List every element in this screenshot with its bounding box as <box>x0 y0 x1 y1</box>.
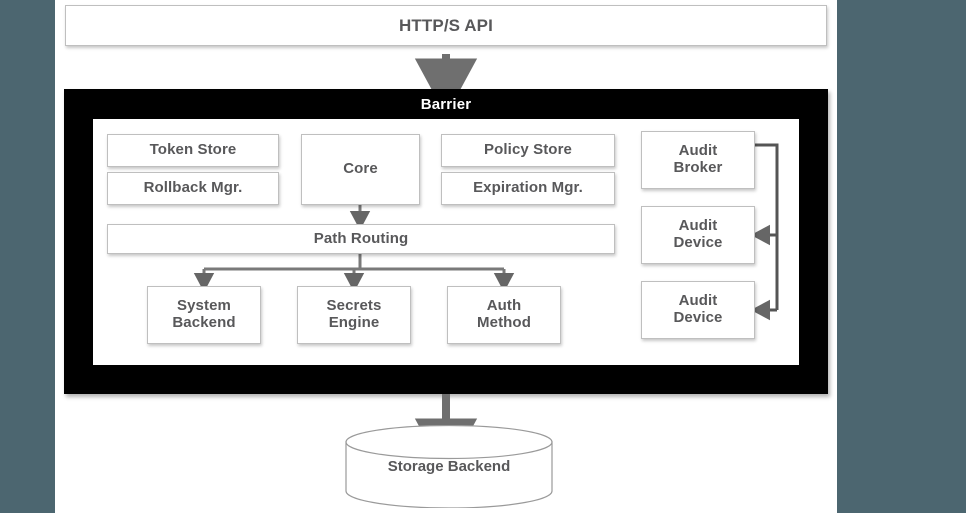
secrets-engine-line2: Engine <box>328 314 380 331</box>
node-auth-method[interactable]: Auth Method <box>447 286 561 344</box>
audit-broker-line1: Audit <box>678 142 718 160</box>
auth-method-label: Auth Method <box>477 297 531 332</box>
rollback-manager-label: Rollback Mgr. <box>143 179 243 197</box>
node-storage-backend[interactable]: Storage Backend <box>345 425 553 508</box>
audit-device-1-line1: Audit <box>678 217 718 235</box>
node-system-backend[interactable]: System Backend <box>147 286 261 344</box>
auth-method-line2: Method <box>477 314 531 331</box>
node-audit-device-2[interactable]: Audit Device <box>641 281 755 339</box>
path-routing-label: Path Routing <box>313 229 409 247</box>
slide-canvas: HTTP/S API Barrier Token Store Rollback … <box>55 0 837 513</box>
policy-store-label: Policy Store <box>484 141 572 159</box>
audit-device-2-label: Audit Device <box>673 292 723 327</box>
barrier-container: Barrier Token Store Rollback Mgr. Core P… <box>64 89 828 394</box>
node-expiration-manager[interactable]: Expiration Mgr. <box>441 172 615 205</box>
auth-method-line1: Auth <box>486 297 522 315</box>
secrets-engine-label: Secrets Engine <box>326 297 382 332</box>
barrier-title: Barrier <box>420 96 472 113</box>
diagram-stage: HTTP/S API Barrier Token Store Rollback … <box>0 0 966 513</box>
token-store-label: Token Store <box>149 141 237 159</box>
node-audit-device-1[interactable]: Audit Device <box>641 206 755 264</box>
barrier-inner-panel: Token Store Rollback Mgr. Core Policy St… <box>93 119 799 365</box>
node-token-store[interactable]: Token Store <box>107 134 279 167</box>
node-policy-store[interactable]: Policy Store <box>441 134 615 167</box>
core-label: Core <box>343 160 378 178</box>
system-backend-label: System Backend <box>172 297 236 332</box>
system-backend-line1: System <box>177 297 231 315</box>
audit-device-2-line2: Device <box>673 309 723 326</box>
system-backend-line2: Backend <box>172 314 236 331</box>
expiration-manager-label: Expiration Mgr. <box>473 179 583 197</box>
node-core[interactable]: Core <box>301 134 420 205</box>
node-path-routing[interactable]: Path Routing <box>107 224 615 254</box>
http-api-node[interactable]: HTTP/S API <box>65 5 827 46</box>
audit-broker-label: Audit Broker <box>673 142 723 177</box>
node-rollback-manager[interactable]: Rollback Mgr. <box>107 172 279 205</box>
audit-device-2-line1: Audit <box>678 292 718 310</box>
audit-device-1-label: Audit Device <box>673 217 723 252</box>
connector-audit-bus <box>755 143 779 310</box>
secrets-engine-line1: Secrets <box>326 297 382 315</box>
node-audit-broker[interactable]: Audit Broker <box>641 131 755 189</box>
storage-cylinder-shape <box>345 425 553 508</box>
node-secrets-engine[interactable]: Secrets Engine <box>297 286 411 344</box>
http-api-label: HTTP/S API <box>399 15 493 35</box>
audit-broker-line2: Broker <box>673 159 723 176</box>
audit-device-1-line2: Device <box>673 234 723 251</box>
